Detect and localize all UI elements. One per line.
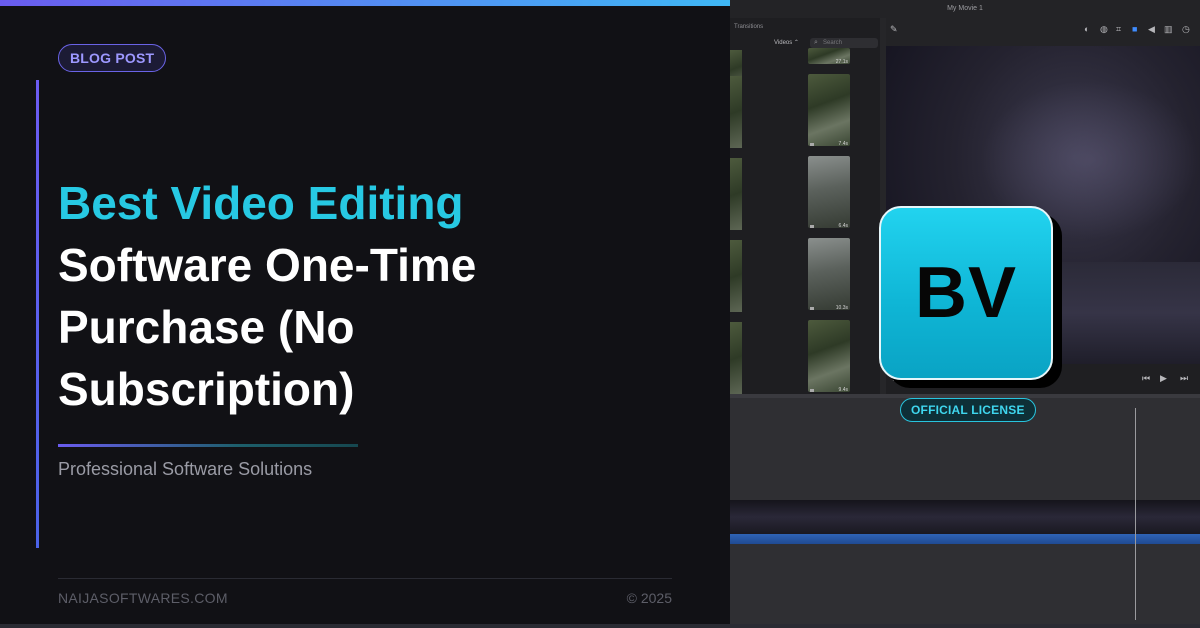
clip-duration: 9.4s [838,387,848,393]
clip-thumbnail[interactable]: 10.3s [808,238,850,311]
skip-back-icon[interactable]: ⏮ [1142,373,1150,384]
clip-thumbnail[interactable] [730,158,742,230]
title-highlight: Best Video Editing [58,177,464,229]
clip-thumbnail[interactable]: 9.4s [808,320,850,393]
official-license-badge: OFFICIAL LICENSE [900,398,1036,422]
blog-card-panel: BLOG POST Best Video Editing Software On… [0,6,730,624]
search-input[interactable]: ⌕ Search [810,38,878,48]
window-title: My Movie 1 [730,0,1200,18]
page-title: Best Video Editing Software One-Time Pur… [58,172,618,420]
video-camera-icon [810,389,814,392]
timeline-clip[interactable] [730,500,1200,538]
crop-icon[interactable]: ⌗ [1116,24,1121,35]
bottom-bar [0,624,1200,628]
timeline-audio-waveform[interactable] [730,534,1200,544]
timeline[interactable] [730,394,1200,624]
magic-wand-icon[interactable]: ✎ [890,24,898,35]
clip-duration: 6.4s [838,223,848,229]
color-correction-icon[interactable]: ◍ [1100,24,1108,35]
clip-thumbnail[interactable]: 7.4s [808,74,850,147]
transitions-tab[interactable]: Transitions [734,24,763,30]
title-line-3: Subscription) [58,363,355,415]
media-browser: Transitions Videos ⌃ ⌕ Search 27.1s 7.4s… [730,18,880,394]
title-line-1: Software One-Time [58,239,477,291]
search-icon: ⌕ [814,39,818,46]
video-camera-icon [810,225,814,228]
video-camera-icon [810,307,814,310]
stabilization-icon[interactable]: ■ [1132,24,1137,34]
footer-divider [58,578,672,579]
video-camera-icon [810,143,814,146]
subtitle: Professional Software Solutions [58,459,313,479]
media-filter-select[interactable]: Videos ⌃ [774,39,799,46]
skip-forward-icon[interactable]: ⏭ [1180,373,1188,384]
clip-thumbnail[interactable] [730,240,742,312]
clip-duration: 7.4s [838,141,848,147]
playhead[interactable] [1135,408,1136,620]
clip-thumbnail[interactable] [730,76,742,148]
noise-reduction-icon[interactable]: ▥ [1164,24,1173,35]
title-line-2: Purchase (No [58,301,355,353]
speed-icon[interactable]: ◷ [1182,24,1190,35]
clip-thumbnail[interactable]: 6.4s [808,156,850,229]
viewer-toolbar: ✎ ◐ ◍ ⌗ ■ ◀ ▥ ◷ [886,18,1200,46]
title-divider [58,444,358,447]
color-balance-icon[interactable]: ◐ [1084,24,1089,34]
logo-text: BV [914,253,1018,333]
clip-thumbnail[interactable]: 27.1s [808,48,850,65]
clip-duration: 27.1s [835,59,848,65]
volume-icon[interactable]: ◀ [1148,24,1155,35]
clip-thumbnail[interactable] [730,322,742,394]
copyright: © 2025 [626,590,672,606]
blog-post-badge: BLOG POST [58,44,167,72]
product-logo: BV [879,206,1053,380]
accent-vertical-line [36,80,39,548]
media-browser-header: Transitions Videos ⌃ ⌕ Search [730,18,880,48]
play-icon[interactable]: ▶ [1160,373,1167,384]
clip-duration: 10.3s [835,305,848,311]
site-name: NAIJASOFTWARES.COM [58,590,228,606]
search-placeholder: Search [823,40,843,46]
